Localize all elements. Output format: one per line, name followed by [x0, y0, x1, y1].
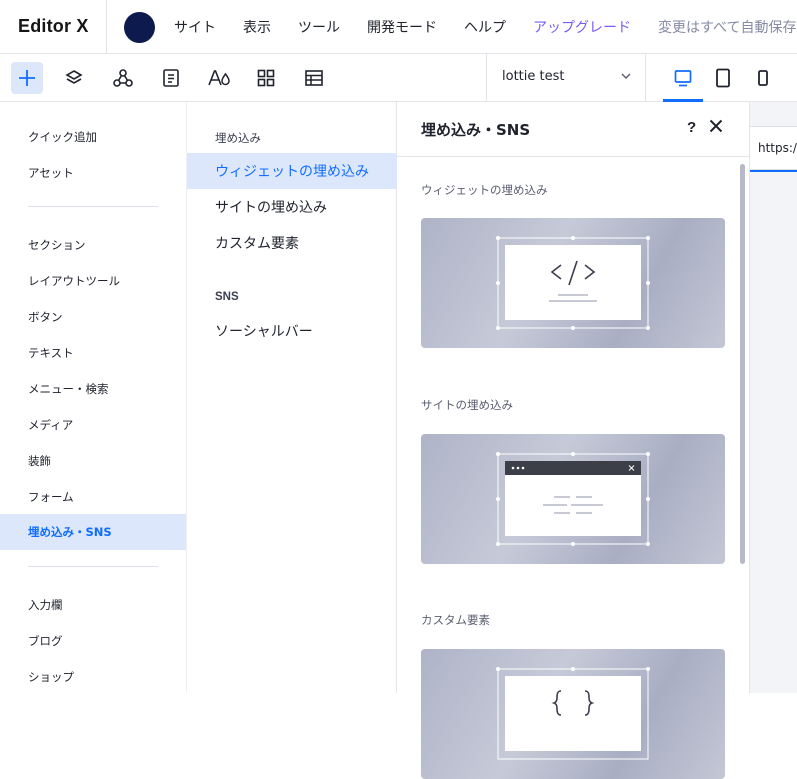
section-title-embed-site: サイトの埋め込み	[421, 398, 513, 412]
toolbar: lottie test	[0, 54, 797, 102]
subnav-item-embed-site[interactable]: サイトの埋め込み	[187, 189, 397, 225]
layers-icon	[65, 70, 83, 84]
leftnav-item-label: アセット	[28, 166, 74, 180]
leftnav-item-label: ブログ	[28, 634, 63, 648]
custom-element-card[interactable]	[421, 649, 725, 779]
panel-scrollbar[interactable]	[740, 164, 745, 564]
leftnav-item-media[interactable]: メディア	[0, 407, 186, 443]
subnav-heading-sns: SNS	[215, 291, 239, 303]
text-color-icon	[208, 70, 230, 86]
subnav-heading-embed: 埋め込み	[215, 131, 261, 145]
design-button[interactable]	[203, 62, 235, 94]
subcategory-list: 埋め込み ウィジェットの埋め込み サイトの埋め込み カスタム要素 SNS ソーシ…	[186, 102, 397, 693]
divider	[28, 206, 158, 207]
site-embed-illustration	[496, 452, 650, 546]
leftnav-item-label: ボタン	[28, 310, 63, 324]
components-icon	[113, 69, 133, 87]
desktop-view-button[interactable]	[663, 54, 703, 102]
close-icon[interactable]	[709, 119, 723, 133]
add-panel-categories: クイック追加 アセット セクション レイアウトツール ボタン テキスト メニュー…	[0, 102, 186, 693]
menu-tools[interactable]: ツール	[298, 17, 340, 37]
leftnav-item-label: ショップ	[28, 670, 74, 684]
subnav-item-embed-widget[interactable]: ウィジェットの埋め込み	[187, 153, 397, 189]
subnav-item-label: ウィジェットの埋め込み	[215, 164, 369, 180]
embed-social-panel: 埋め込み・SNS ? ウィジェットの埋め込み サイトの埋め込み カスタム要素	[397, 102, 749, 779]
leftnav-item-blog[interactable]: ブログ	[0, 623, 186, 659]
leftnav-item-label: 入力欄	[28, 598, 63, 612]
desktop-icon	[674, 69, 692, 86]
leftnav-item-quick-add[interactable]: クイック追加	[0, 119, 186, 155]
tablet-icon	[716, 68, 730, 87]
page-name: lottie test	[502, 69, 565, 84]
menu-help[interactable]: ヘルプ	[464, 17, 506, 37]
leftnav-item-label: クイック追加	[28, 130, 97, 144]
leftnav-item-embed-social[interactable]: 埋め込み・SNS	[0, 514, 186, 550]
mobile-view-button[interactable]	[743, 54, 783, 101]
leftnav-item-buttons[interactable]: ボタン	[0, 299, 186, 335]
leftnav-item-label: メニュー・検索	[28, 382, 109, 396]
leftnav-item-text[interactable]: テキスト	[0, 335, 186, 371]
menu-upgrade[interactable]: アップグレード	[533, 17, 631, 37]
page-selector[interactable]: lottie test	[486, 54, 646, 101]
grid-icon	[257, 69, 275, 87]
pages-button[interactable]	[155, 62, 187, 94]
leftnav-item-decorative[interactable]: 装飾	[0, 443, 186, 479]
subnav-item-social-bar[interactable]: ソーシャルバー	[187, 313, 397, 349]
editor-canvas: https://	[749, 102, 797, 693]
subnav-item-label: サイトの埋め込み	[215, 200, 327, 216]
menu-view[interactable]: 表示	[243, 17, 271, 37]
leftnav-item-assets[interactable]: アセット	[0, 155, 186, 191]
divider	[28, 566, 158, 567]
panel-header-divider	[397, 156, 749, 157]
subnav-item-label: カスタム要素	[215, 236, 299, 252]
canvas-url: https://	[758, 141, 797, 155]
leftnav-item-label: フォーム	[28, 490, 74, 504]
canvas-selection-line	[750, 170, 797, 172]
avatar[interactable]	[124, 12, 155, 43]
code-widget-illustration	[496, 236, 650, 330]
embed-site-card[interactable]	[421, 434, 725, 564]
components-button[interactable]	[107, 62, 139, 94]
panel-title: 埋め込み・SNS	[421, 121, 531, 139]
leftnav-item-store[interactable]: ショップ	[0, 659, 186, 695]
leftnav-item-input[interactable]: 入力欄	[0, 587, 186, 623]
top-bar: Editor X サイト 表示 ツール 開発モード ヘルプ アップグレード 変更…	[0, 0, 797, 54]
tablet-view-button[interactable]	[703, 54, 743, 101]
leftnav-item-label: セクション	[28, 238, 86, 252]
apps-button[interactable]	[250, 62, 282, 94]
main-menu: サイト 表示 ツール 開発モード ヘルプ アップグレード 変更はすべて自動保存	[174, 0, 796, 54]
leftnav-item-label: 埋め込み・SNS	[28, 525, 112, 539]
section-title-custom-element: カスタム要素	[421, 613, 490, 627]
editor-x-logo[interactable]: Editor X	[18, 16, 89, 37]
add-button[interactable]	[11, 62, 43, 94]
leftnav-item-layout-tools[interactable]: レイアウトツール	[0, 263, 186, 299]
leftnav-item-label: レイアウトツール	[28, 274, 120, 288]
cms-button[interactable]	[298, 62, 330, 94]
canvas-url-bar: https://	[750, 126, 797, 170]
subnav-item-label: ソーシャルバー	[215, 324, 313, 340]
mobile-icon	[758, 69, 768, 86]
leftnav-item-label: 装飾	[28, 454, 51, 468]
leftnav-item-forms[interactable]: フォーム	[0, 479, 186, 515]
custom-element-illustration	[496, 667, 650, 760]
section-title-embed-widget: ウィジェットの埋め込み	[421, 183, 548, 197]
leftnav-item-menu-search[interactable]: メニュー・検索	[0, 371, 186, 407]
leftnav-item-label: テキスト	[28, 346, 74, 360]
plus-icon	[19, 70, 35, 86]
layers-button[interactable]	[58, 62, 90, 94]
menu-dev-mode[interactable]: 開発モード	[367, 17, 437, 37]
subnav-item-custom-element[interactable]: カスタム要素	[187, 225, 397, 261]
autosave-status: 変更はすべて自動保存	[658, 20, 797, 36]
chevron-down-icon	[621, 73, 631, 79]
table-icon	[305, 70, 323, 86]
leftnav-item-label: メディア	[28, 418, 74, 432]
page-icon	[163, 69, 179, 87]
leftnav-item-sections[interactable]: セクション	[0, 227, 186, 263]
help-button[interactable]: ?	[687, 119, 696, 136]
logo-divider	[106, 0, 107, 54]
menu-site[interactable]: サイト	[174, 17, 216, 37]
embed-widget-card[interactable]	[421, 218, 725, 348]
